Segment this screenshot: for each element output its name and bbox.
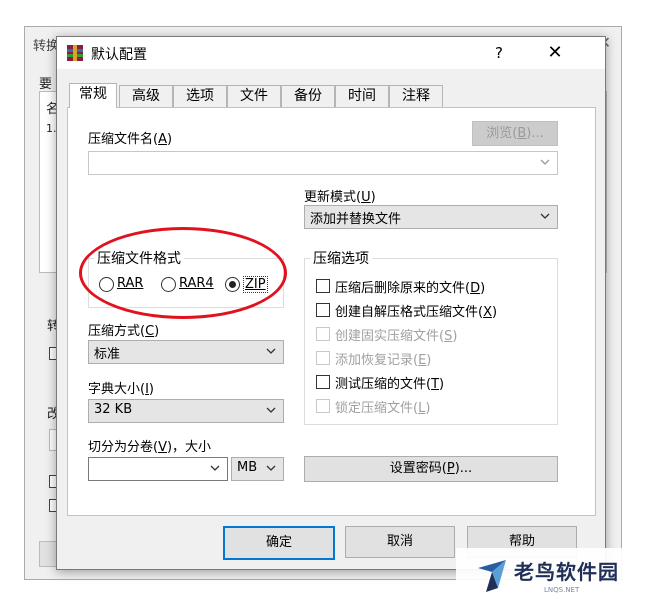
test-archive-label[interactable]: 测试压缩的文件(T) [335,373,444,392]
split-volumes-label: 切分为分卷(V)，大小 [88,440,212,455]
dictionary-size-value: 32 KB [94,402,133,417]
solid-archive-checkbox[interactable] [316,327,330,341]
highlight-ellipse [79,227,287,319]
close-icon[interactable]: ✕ [543,41,567,65]
dictionary-size-select[interactable]: 32 KB [88,399,284,423]
ok-button[interactable]: 确定 [223,526,335,560]
compression-method-select[interactable]: 标准 [88,340,284,364]
chevron-down-icon [266,407,276,413]
compression-method-label: 压缩方式(C) [88,324,160,339]
solid-archive-label[interactable]: 创建固实压缩文件(S) [335,325,457,344]
winrar-app-icon [67,45,83,61]
sfx-archive-checkbox[interactable] [316,303,330,317]
chevron-down-icon [540,213,550,219]
delete-after-label[interactable]: 压缩后删除原来的文件(D) [335,277,485,296]
lock-archive-label[interactable]: 锁定压缩文件(L) [335,397,430,416]
background-label: 要 [39,77,53,92]
compression-method-value: 标准 [94,347,121,362]
update-mode-value: 添加并替换文件 [310,212,402,227]
tab-comment[interactable]: 注释 [389,85,443,107]
archive-name-label: 压缩文件名(A) [88,132,173,147]
split-size-combo[interactable] [88,457,228,481]
delete-after-checkbox[interactable] [316,279,330,293]
title-bar: 默认配置 ? ✕ [57,37,605,69]
recovery-record-label[interactable]: 添加恢复记录(E) [335,349,431,368]
chevron-down-icon [266,348,276,354]
watermark: 老鸟软件园 LNQS.NET [456,548,654,606]
split-unit-select[interactable]: MB [231,457,284,481]
chevron-down-icon [540,159,550,165]
browse-button[interactable]: 浏览(B)... [472,121,558,146]
tab-time[interactable]: 时间 [335,85,389,107]
chevron-down-icon [210,465,220,471]
dialog-title: 默认配置 [91,47,147,63]
sfx-archive-label[interactable]: 创建自解压格式压缩文件(X) [335,301,497,320]
lock-archive-checkbox[interactable] [316,399,330,413]
help-question-button[interactable]: ? [487,41,511,65]
tab-options[interactable]: 选项 [173,85,227,107]
tab-backup[interactable]: 备份 [281,85,335,107]
watermark-text: 老鸟软件园 [514,560,619,584]
test-archive-checkbox[interactable] [316,375,330,389]
split-unit-value: MB [237,460,258,475]
update-mode-label: 更新模式(U) [304,190,376,205]
tab-general[interactable]: 常规 [69,83,117,108]
update-mode-select[interactable]: 添加并替换文件 [304,205,558,229]
set-password-button[interactable]: 设置密码(P)... [304,456,558,482]
cancel-button[interactable]: 取消 [345,526,455,558]
tab-files[interactable]: 文件 [227,85,281,107]
background-list-item: 1. [46,122,57,135]
chevron-down-icon [266,465,276,471]
dictionary-size-label: 字典大小(I) [88,382,154,397]
recovery-record-checkbox[interactable] [316,351,330,365]
archive-name-combo[interactable] [88,151,558,175]
bird-logo-icon [478,560,506,592]
tab-advanced[interactable]: 高级 [119,85,173,107]
compression-options-title: 压缩选项 [310,248,372,268]
watermark-subtext: LNQS.NET [544,586,580,594]
